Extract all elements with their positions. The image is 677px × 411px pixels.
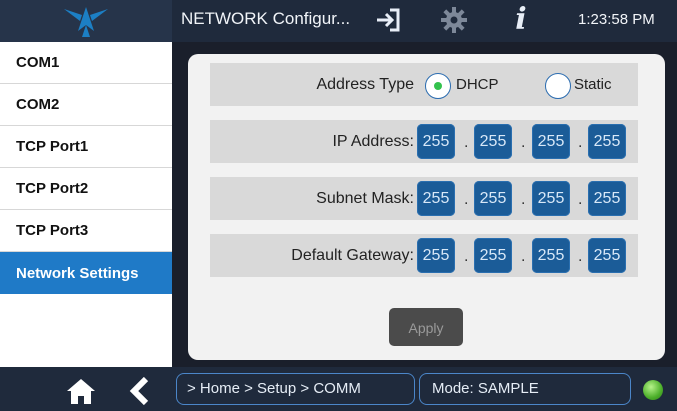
mode-indicator: Mode: SAMPLE xyxy=(419,373,631,405)
ip-octet-1[interactable]: 255 xyxy=(417,124,455,159)
ip-octet-4[interactable]: 255 xyxy=(588,124,626,159)
ip-octet-2[interactable]: 255 xyxy=(474,124,512,159)
home-icon[interactable] xyxy=(65,377,97,405)
exit-icon[interactable] xyxy=(375,7,401,33)
sidebar-item-tcp-port2[interactable]: TCP Port2 xyxy=(0,168,172,210)
address-type-label: Address Type xyxy=(316,76,414,93)
sidebar-item-network-settings[interactable]: Network Settings xyxy=(0,252,172,294)
dhcp-label: DHCP xyxy=(456,76,499,93)
subnet-octet-1[interactable]: 255 xyxy=(417,181,455,216)
gateway-dot: . xyxy=(578,248,583,265)
sidebar-item-tcp-port3[interactable]: TCP Port3 xyxy=(0,210,172,252)
subnet-dot: . xyxy=(521,191,526,208)
info-icon[interactable]: i xyxy=(510,4,532,36)
default-gateway-row: Default Gateway: 255 . 255 . 255 . 255 xyxy=(210,234,638,277)
clock: 1:23:58 PM xyxy=(578,11,655,28)
page-title: NETWORK Configur... xyxy=(181,9,351,28)
ip-dot: . xyxy=(521,134,526,151)
ip-address-row: IP Address: 255 . 255 . 255 . 255 xyxy=(210,120,638,163)
gateway-dot: . xyxy=(464,248,469,265)
default-gateway-label: Default Gateway: xyxy=(291,247,414,264)
ip-dot: . xyxy=(464,134,469,151)
gear-icon[interactable] xyxy=(440,6,468,34)
gateway-octet-3[interactable]: 255 xyxy=(532,238,570,273)
static-label: Static xyxy=(574,76,612,93)
subnet-mask-label: Subnet Mask: xyxy=(316,190,414,207)
ip-octet-3[interactable]: 255 xyxy=(532,124,570,159)
subnet-octet-3[interactable]: 255 xyxy=(532,181,570,216)
subnet-dot: . xyxy=(578,191,583,208)
sidebar-item-tcp-port1[interactable]: TCP Port1 xyxy=(0,126,172,168)
dhcp-radio-selected-dot xyxy=(434,82,442,90)
back-icon[interactable] xyxy=(128,377,152,405)
apply-button[interactable]: Apply xyxy=(389,308,463,346)
logo-icon xyxy=(64,7,108,37)
status-led-icon xyxy=(643,380,663,400)
address-type-row: Address Type DHCP Static xyxy=(210,63,638,106)
logo xyxy=(0,0,172,42)
sidebar-item-com2[interactable]: COM2 xyxy=(0,84,172,126)
subnet-dot: . xyxy=(464,191,469,208)
gateway-octet-4[interactable]: 255 xyxy=(588,238,626,273)
gateway-dot: . xyxy=(521,248,526,265)
ip-dot: . xyxy=(578,134,583,151)
breadcrumb[interactable]: > Home > Setup > COMM xyxy=(176,373,415,405)
dhcp-radio[interactable] xyxy=(425,73,451,99)
ip-address-label: IP Address: xyxy=(332,133,414,150)
sidebar-item-com1[interactable]: COM1 xyxy=(0,42,172,84)
subnet-mask-row: Subnet Mask: 255 . 255 . 255 . 255 xyxy=(210,177,638,220)
sidebar: COM1 COM2 TCP Port1 TCP Port2 TCP Port3 … xyxy=(0,42,172,367)
gateway-octet-2[interactable]: 255 xyxy=(474,238,512,273)
gateway-octet-1[interactable]: 255 xyxy=(417,238,455,273)
subnet-octet-2[interactable]: 255 xyxy=(474,181,512,216)
subnet-octet-4[interactable]: 255 xyxy=(588,181,626,216)
static-radio[interactable] xyxy=(545,73,571,99)
